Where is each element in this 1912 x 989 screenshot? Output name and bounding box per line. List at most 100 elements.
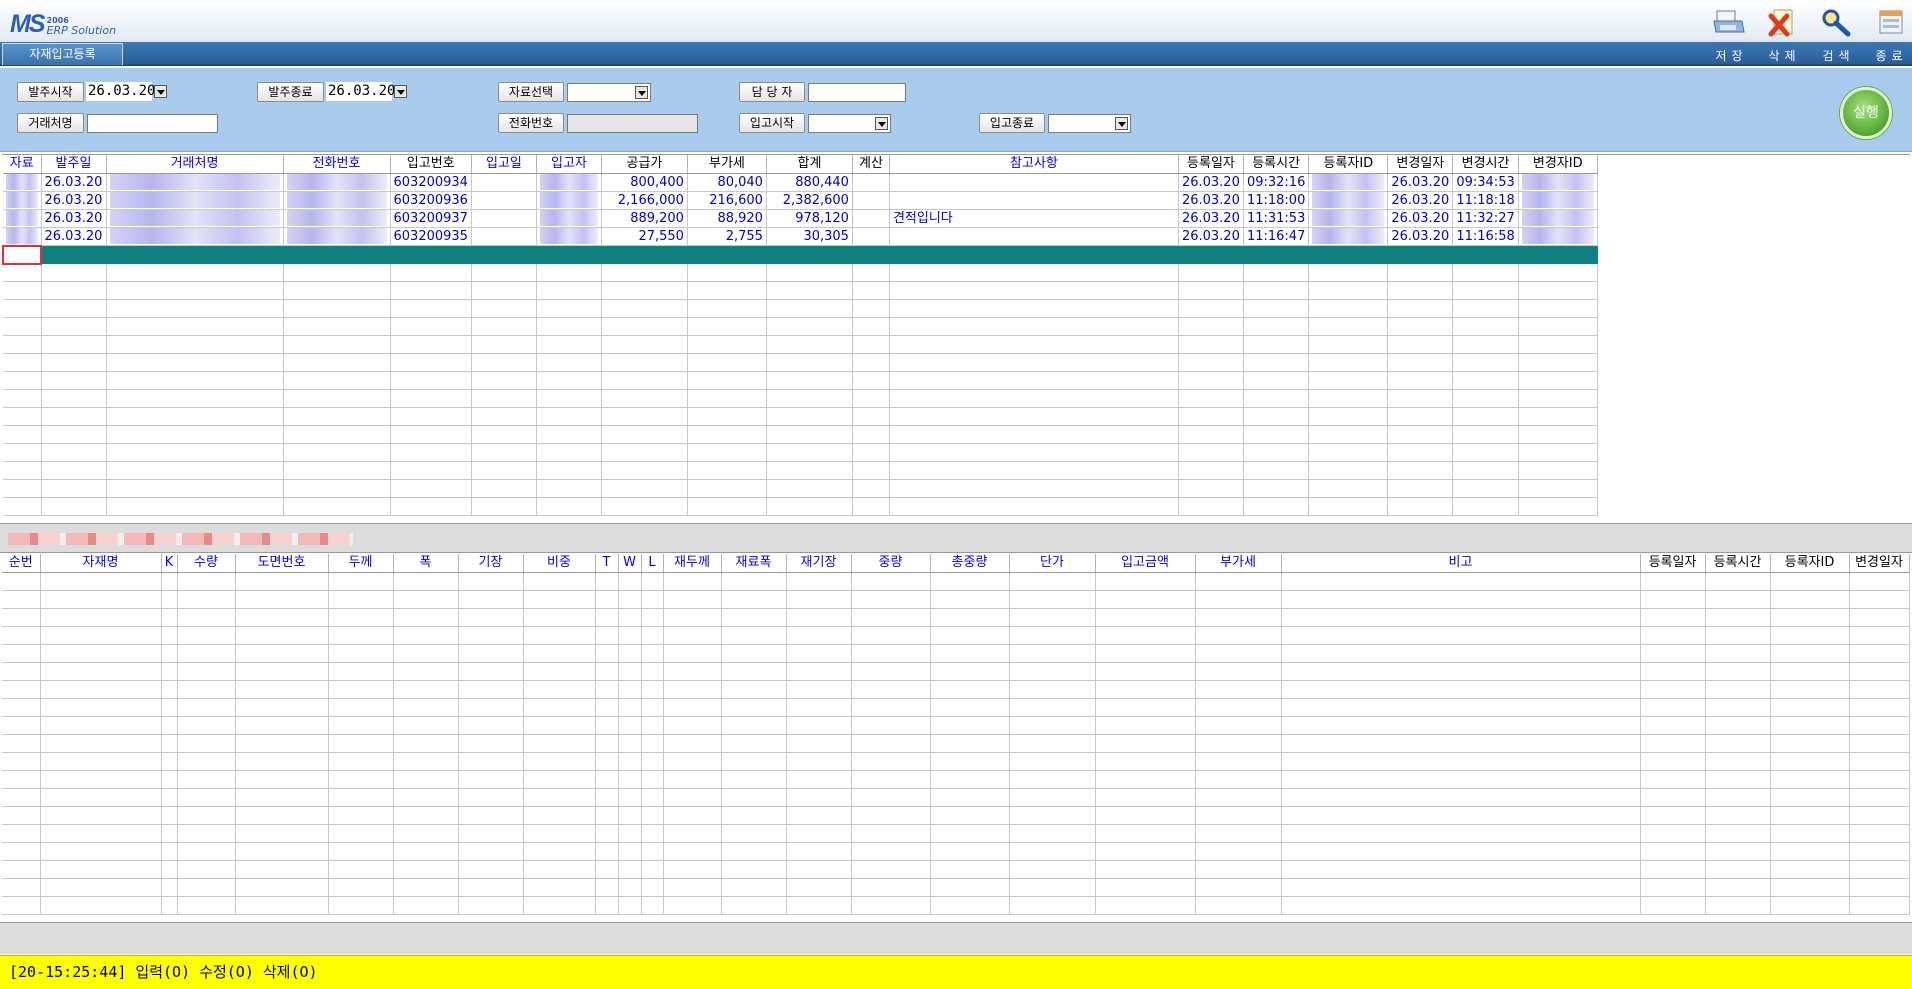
- table-cell[interactable]: [393, 734, 459, 753]
- table-cell[interactable]: [390, 299, 472, 318]
- table-cell[interactable]: [40, 662, 162, 681]
- table-cell[interactable]: [641, 788, 664, 807]
- table-cell[interactable]: [687, 461, 767, 480]
- table-cell[interactable]: [235, 878, 329, 897]
- table-cell[interactable]: [2, 734, 41, 753]
- table-cell[interactable]: 216,600: [687, 191, 767, 210]
- table-cell[interactable]: [523, 896, 596, 915]
- table-cell[interactable]: [595, 698, 619, 717]
- empty-row[interactable]: [2, 698, 1910, 717]
- exit-button[interactable]: 종료: [1862, 8, 1912, 64]
- table-cell[interactable]: [1387, 389, 1454, 408]
- table-cell[interactable]: [235, 824, 329, 843]
- table-cell[interactable]: [663, 896, 722, 915]
- table-cell[interactable]: [1640, 824, 1706, 843]
- table-cell[interactable]: [40, 896, 162, 915]
- table-cell[interactable]: [1640, 860, 1706, 879]
- table-cell[interactable]: [618, 644, 642, 663]
- table-cell[interactable]: [601, 281, 688, 300]
- table-cell[interactable]: [458, 590, 524, 609]
- table-cell[interactable]: [687, 407, 767, 426]
- table-cell[interactable]: [177, 608, 236, 627]
- table-cell[interactable]: [471, 299, 537, 318]
- table-cell[interactable]: [1243, 461, 1310, 480]
- table-cell[interactable]: [721, 734, 787, 753]
- table-cell[interactable]: [851, 590, 931, 609]
- table-cell[interactable]: [177, 626, 236, 645]
- table-cell[interactable]: [1095, 572, 1196, 591]
- table-cell[interactable]: [721, 824, 787, 843]
- table-cell[interactable]: [41, 371, 107, 390]
- column-header[interactable]: K: [161, 554, 178, 573]
- table-cell[interactable]: [471, 389, 537, 408]
- table-cell[interactable]: [851, 644, 931, 663]
- table-cell[interactable]: [1770, 608, 1850, 627]
- column-header[interactable]: 변경일자: [1849, 554, 1910, 573]
- table-cell[interactable]: [161, 680, 178, 699]
- table-cell[interactable]: [1705, 770, 1771, 789]
- table-cell[interactable]: [458, 716, 524, 735]
- table-cell[interactable]: [852, 245, 890, 264]
- table-cell[interactable]: [393, 716, 459, 735]
- empty-row[interactable]: [2, 752, 1910, 771]
- table-cell[interactable]: [3, 299, 42, 318]
- column-header[interactable]: 입고번호: [390, 155, 472, 174]
- column-header[interactable]: 등록자ID: [1770, 554, 1850, 573]
- table-cell[interactable]: [930, 662, 1010, 681]
- table-cell[interactable]: 11:32:27: [1452, 209, 1519, 228]
- empty-row[interactable]: [2, 644, 1910, 663]
- table-cell[interactable]: [1518, 443, 1598, 462]
- table-cell[interactable]: [889, 245, 1179, 264]
- table-cell[interactable]: [1452, 299, 1519, 318]
- table-cell[interactable]: [595, 842, 619, 861]
- table-cell[interactable]: [851, 896, 931, 915]
- table-cell[interactable]: [328, 626, 394, 645]
- table-cell[interactable]: [40, 878, 162, 897]
- table-cell[interactable]: [1281, 752, 1641, 771]
- column-header[interactable]: 총중량: [930, 554, 1010, 573]
- table-cell[interactable]: [1243, 425, 1310, 444]
- table-cell[interactable]: [766, 317, 853, 336]
- tab-material-receipt[interactable]: 자재입고등록: [2, 43, 123, 65]
- table-cell[interactable]: [161, 644, 178, 663]
- table-cell[interactable]: [177, 824, 236, 843]
- table-cell[interactable]: [641, 734, 664, 753]
- table-cell[interactable]: [851, 806, 931, 825]
- table-cell[interactable]: [458, 608, 524, 627]
- table-cell[interactable]: [390, 371, 472, 390]
- table-cell[interactable]: [618, 788, 642, 807]
- chevron-down-icon[interactable]: [1115, 117, 1128, 130]
- table-cell[interactable]: [1281, 662, 1641, 681]
- table-cell[interactable]: 80,040: [687, 173, 767, 192]
- table-cell[interactable]: [1195, 806, 1282, 825]
- column-header[interactable]: 단가: [1009, 554, 1096, 573]
- table-cell[interactable]: [851, 734, 931, 753]
- table-cell[interactable]: [283, 335, 391, 354]
- table-cell[interactable]: [471, 425, 537, 444]
- table-cell[interactable]: [1705, 644, 1771, 663]
- table-cell[interactable]: [393, 662, 459, 681]
- column-header[interactable]: 등록시간: [1705, 554, 1771, 573]
- table-cell[interactable]: [235, 734, 329, 753]
- table-cell[interactable]: [889, 299, 1179, 318]
- table-cell[interactable]: [523, 626, 596, 645]
- table-cell[interactable]: [766, 281, 853, 300]
- table-cell[interactable]: [930, 572, 1010, 591]
- table-cell[interactable]: [1195, 662, 1282, 681]
- table-cell[interactable]: [786, 878, 852, 897]
- table-cell[interactable]: [1195, 770, 1282, 789]
- table-cell[interactable]: [1308, 299, 1389, 318]
- table-cell[interactable]: [889, 443, 1179, 462]
- table-cell[interactable]: [1308, 209, 1389, 228]
- table-cell[interactable]: [687, 245, 767, 264]
- table-cell[interactable]: [177, 734, 236, 753]
- table-cell[interactable]: [523, 752, 596, 771]
- table-cell[interactable]: [1095, 698, 1196, 717]
- empty-row[interactable]: [3, 425, 1598, 444]
- table-cell[interactable]: [930, 806, 1010, 825]
- table-cell[interactable]: [41, 317, 107, 336]
- table-cell[interactable]: [663, 788, 722, 807]
- table-cell[interactable]: [1770, 734, 1850, 753]
- table-cell[interactable]: [889, 461, 1179, 480]
- table-cell[interactable]: [458, 734, 524, 753]
